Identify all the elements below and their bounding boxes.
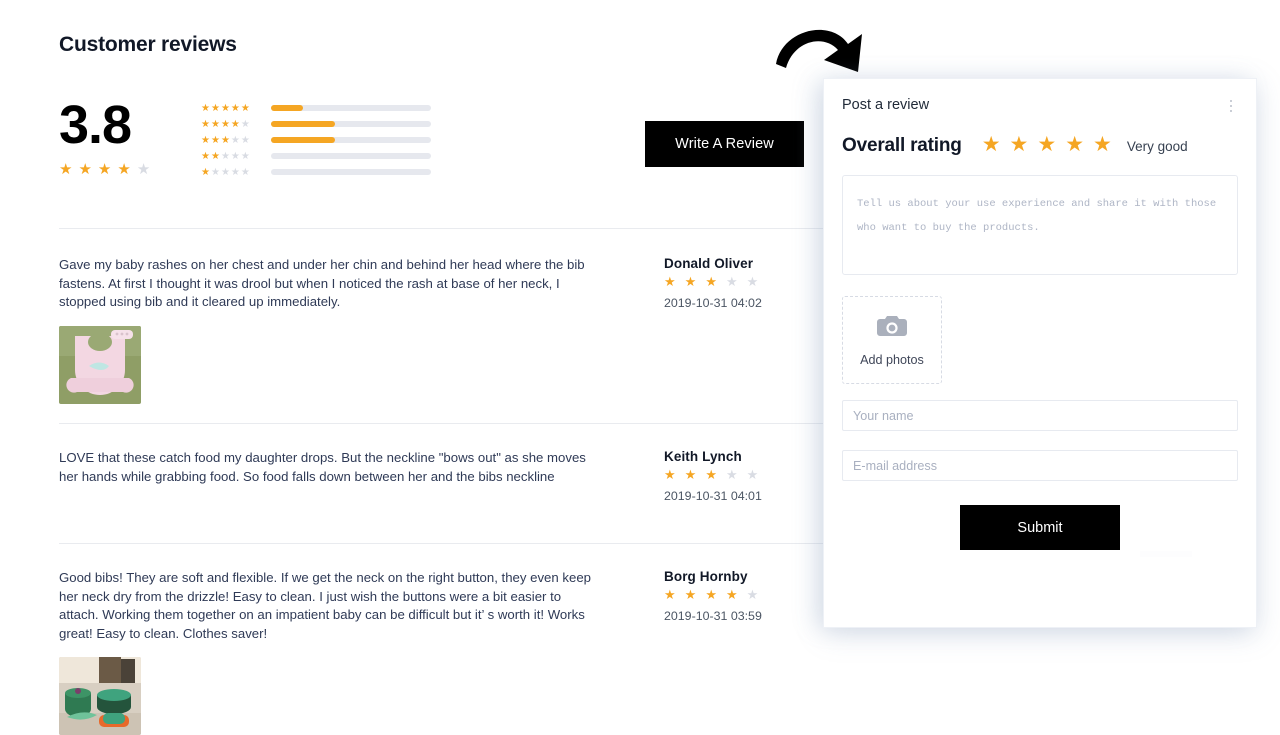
rating-bar-track xyxy=(271,137,431,143)
rating-summary: 3.8 ★ ★ ★ ★ ★ ★★★★★ ★★★★★ ★★★★★ ★★★★★ ★★★★★ xyxy=(59,96,431,180)
camera-icon xyxy=(877,314,907,343)
email-input[interactable] xyxy=(842,450,1238,481)
star-filled-icon: ★ xyxy=(78,161,92,178)
review-text: Good bibs! They are soft and flexible. I… xyxy=(59,570,591,641)
rating-bar-stars: ★★★★★ xyxy=(201,135,250,146)
post-review-panel: Post a review Overall rating ★ ★ ★ ★ ★ Very … xyxy=(824,79,1256,627)
rating-bar-stars: ★★★★★ xyxy=(201,151,250,162)
ghost-artifact xyxy=(1140,551,1192,557)
star-empty-icon: ★ xyxy=(136,161,151,178)
green-baby-feeding-set-photo xyxy=(59,657,141,735)
rating-bar-row: ★★★★★ xyxy=(201,100,431,116)
average-score-block: 3.8 ★ ★ ★ ★ ★ xyxy=(59,96,189,180)
pink-baby-bib-photo xyxy=(59,325,141,404)
review-photo[interactable] xyxy=(59,325,141,404)
rating-bar-track xyxy=(271,169,431,175)
rating-bar-fill xyxy=(271,137,335,143)
review-photo[interactable] xyxy=(59,657,141,735)
panel-title: Post a review xyxy=(842,97,930,113)
rating-bar-track xyxy=(271,121,431,127)
overall-rating-row: Overall rating ★ ★ ★ ★ ★ Very good xyxy=(824,115,1256,157)
rating-bar-row: ★★★★★ xyxy=(201,132,431,148)
review-text: Gave my baby rashes on her chest and und… xyxy=(59,257,585,309)
overall-rating-caption: Very good xyxy=(1126,138,1188,154)
rating-bar-stars: ★★★★★ xyxy=(201,119,250,130)
rating-distribution: ★★★★★ ★★★★★ ★★★★★ ★★★★★ ★★★★★ xyxy=(201,96,431,180)
star-filled-icon: ★ xyxy=(59,161,73,178)
rating-bar-row: ★★★★★ xyxy=(201,116,431,132)
average-score-stars: ★ ★ ★ ★ ★ xyxy=(59,160,189,179)
star-filled-icon: ★ xyxy=(117,161,131,178)
overall-rating-label: Overall rating xyxy=(842,135,962,156)
review-text: LOVE that these catch food my daughter d… xyxy=(59,450,586,484)
star-filled-icon: ★ xyxy=(97,161,112,178)
page-title: Customer reviews xyxy=(59,33,237,56)
rating-bar-stars: ★★★★★ xyxy=(201,103,250,114)
panel-header: Post a review xyxy=(824,79,1256,115)
rating-bar-row: ★★★★★ xyxy=(201,148,431,164)
review-textarea[interactable] xyxy=(842,175,1238,275)
add-photos-label: Add photos xyxy=(860,352,924,367)
rating-bar-track xyxy=(271,105,431,111)
rating-bar-row: ★★★★★ xyxy=(201,164,431,180)
submit-button[interactable]: Submit xyxy=(960,505,1120,550)
rating-bar-track xyxy=(271,153,431,159)
overall-rating-stars[interactable]: ★ ★ ★ ★ ★ xyxy=(982,134,1121,155)
average-score: 3.8 xyxy=(59,95,132,155)
add-photos-button[interactable]: Add photos xyxy=(842,296,942,384)
write-review-button[interactable]: Write A Review xyxy=(645,121,804,167)
rating-bar-fill xyxy=(271,105,303,111)
rating-bar-fill xyxy=(271,121,335,127)
customer-reviews-page: Customer reviews 3.8 ★ ★ ★ ★ ★ ★★★★★ ★★★★★ ★★★… xyxy=(0,0,1280,735)
kebab-menu-icon[interactable] xyxy=(1224,97,1238,115)
rating-bar-stars: ★★★★★ xyxy=(201,167,250,178)
name-input[interactable] xyxy=(842,400,1238,431)
